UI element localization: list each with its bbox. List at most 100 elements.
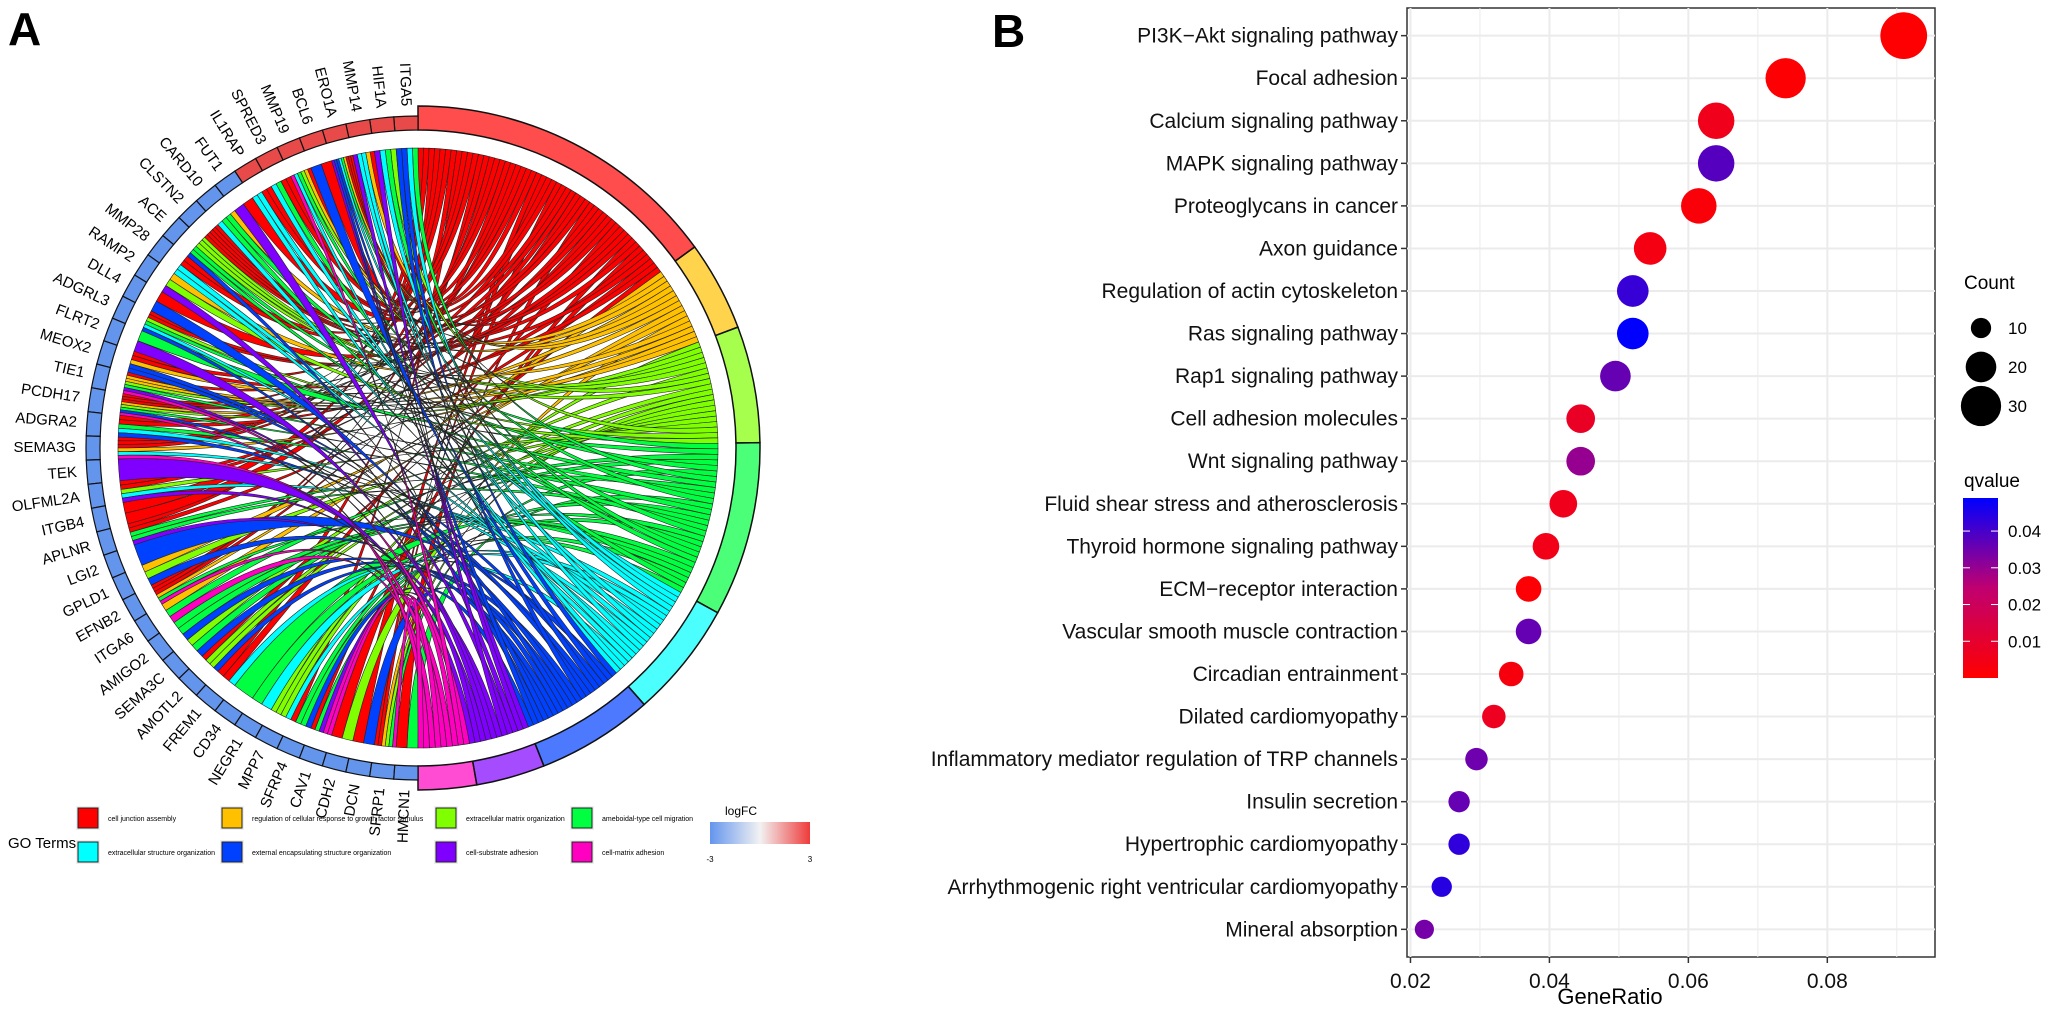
x-tick-label: 0.06 (1668, 970, 1709, 993)
y-tick-label: Hypertrophic cardiomyopathy (1125, 833, 1399, 856)
chord-ribbons (117, 147, 719, 749)
gene-arc-hif1a (368, 116, 396, 135)
gene-arc-itgb4 (90, 505, 112, 533)
y-tick-label: PI3K−Akt signaling pathway (1137, 25, 1398, 48)
go-arc-6 (471, 742, 545, 786)
gene-arc-itga5 (393, 115, 419, 132)
go-chord-diagram: ITGA5HIF1AMMP14ERO1ABCL6MMP19SPRED3IL1RA… (8, 59, 813, 864)
count-legend-dot (1965, 351, 1997, 383)
gene-label: PCDH17 (20, 381, 81, 406)
y-tick-label: Dilated cardiomyopathy (1179, 706, 1399, 729)
gene-arc-tie1 (90, 363, 112, 391)
legend-label: cell-substrate adhesion (466, 850, 538, 857)
go-arc-7 (417, 760, 478, 791)
data-point (1566, 446, 1596, 476)
gene-label: SEMA3G (13, 439, 76, 456)
y-tick-label: Arrhythmogenic right ventricular cardiom… (947, 876, 1398, 899)
count-legend-label: 30 (2008, 397, 2027, 416)
gene-label: ERO1A (311, 66, 340, 120)
gene-label: MEOX2 (38, 326, 93, 357)
count-legend-label: 20 (2008, 358, 2027, 377)
gene-label: HIF1A (368, 65, 390, 109)
gene-label: ITGA5 (396, 63, 415, 107)
gene-arc-hmcn1 (393, 764, 419, 781)
data-point (1697, 145, 1735, 182)
y-tick-label: Fluid shear stress and atherosclerosis (1044, 493, 1398, 516)
data-point (1414, 919, 1434, 939)
qvalue-legend-title: qvalue (1964, 471, 2020, 492)
data-point (1681, 188, 1717, 224)
x-axis-title: GeneRatio (1557, 984, 1662, 1009)
legend-swatch (221, 807, 243, 829)
count-legend-label: 10 (2008, 319, 2027, 338)
y-tick-label: Wnt signaling pathway (1188, 450, 1399, 473)
gene-label: TIE1 (52, 358, 87, 381)
kegg-dot-plot: PI3K−Akt signaling pathway Focal adhesion… (931, 7, 2041, 1009)
gene-label: DLL4 (85, 255, 125, 287)
gene-arc-sema3g (85, 435, 101, 461)
gene-label: OLFML2A (11, 489, 81, 516)
legend-swatch (435, 841, 457, 863)
gene-label: APLNR (40, 538, 93, 569)
y-tick-label: Insulin secretion (1246, 791, 1398, 814)
gene-arc-tek (85, 458, 103, 485)
data-point (1465, 747, 1488, 771)
go-legend-title: GO Terms (8, 835, 76, 852)
y-tick-label: Axon guidance (1259, 237, 1398, 260)
legend-swatch (571, 807, 593, 829)
data-point (1600, 360, 1631, 392)
x-tick-label: 0.08 (1807, 970, 1848, 993)
gene-label: CAV1 (287, 769, 315, 811)
y-tick-label: Ras signaling pathway (1188, 323, 1399, 346)
data-point (1549, 489, 1578, 518)
y-tick-label: Calcium signaling pathway (1149, 110, 1398, 133)
data-point (1616, 275, 1649, 307)
data-point (1765, 58, 1806, 99)
legend-label: external encapsulating structure organiz… (252, 850, 391, 857)
legend-label: cell-matrix adhesion (602, 850, 664, 857)
gene-label: MMP14 (339, 59, 365, 113)
y-tick-label: Regulation of actin cytoskeleton (1101, 280, 1398, 303)
legend-swatch (77, 807, 99, 829)
data-point (1616, 317, 1649, 350)
data-point (1448, 790, 1470, 813)
legend-swatch (435, 807, 457, 829)
plot-panel (1406, 7, 1936, 958)
y-tick-label: MAPK signaling pathway (1166, 152, 1399, 175)
gene-arc-adgra2 (85, 411, 103, 438)
data-point (1633, 232, 1667, 265)
legend-swatch (571, 841, 593, 863)
y-tick-label: Focal adhesion (1256, 67, 1398, 90)
go-arc-2 (714, 326, 761, 444)
y-axis-labels: PI3K−Akt signaling pathway Focal adhesion… (931, 25, 1407, 941)
gene-label: SFRP1 (366, 787, 388, 837)
qvalue-tick-label: 0.04 (2008, 522, 2041, 541)
legend-label: extracellular structure organization (108, 850, 215, 857)
count-legend-dot (1970, 317, 1992, 339)
gene-arc-ero1a (321, 123, 350, 145)
gene-arc-mmp14 (345, 118, 373, 139)
gene-arc-flrt2 (103, 317, 127, 347)
legend-swatch (77, 841, 99, 863)
qvalue-legend: qvalue 0.04 0.03 0.02 0.01 (1963, 471, 2041, 678)
legend-label: regulation of cellular response to growt… (252, 816, 424, 823)
gene-arc-sfrp1 (368, 761, 396, 780)
data-point (1515, 576, 1542, 602)
y-tick-label: ECM−receptor interaction (1159, 578, 1398, 601)
data-point (1697, 102, 1735, 140)
qvalue-tick-label: 0.02 (2008, 596, 2041, 615)
count-legend-dot (1960, 385, 2002, 427)
data-point (1566, 404, 1596, 433)
gene-label: CDH2 (312, 777, 339, 821)
legend-label: extracellular matrix organization (466, 816, 565, 823)
qvalue-tick-label: 0.03 (2008, 559, 2041, 578)
gene-label: DCN (341, 783, 364, 818)
gene-label: ACE (135, 192, 169, 225)
data-point (1880, 12, 1928, 60)
qvalue-colorbar (1963, 498, 1998, 678)
gene-arc-pcdh17 (87, 386, 106, 414)
gene-label: BCL6 (288, 86, 316, 127)
logfc-min-label: -3 (706, 855, 714, 864)
legend-label: ameboidal-type cell migration (602, 816, 693, 823)
y-tick-label: Rap1 signaling pathway (1175, 365, 1398, 388)
